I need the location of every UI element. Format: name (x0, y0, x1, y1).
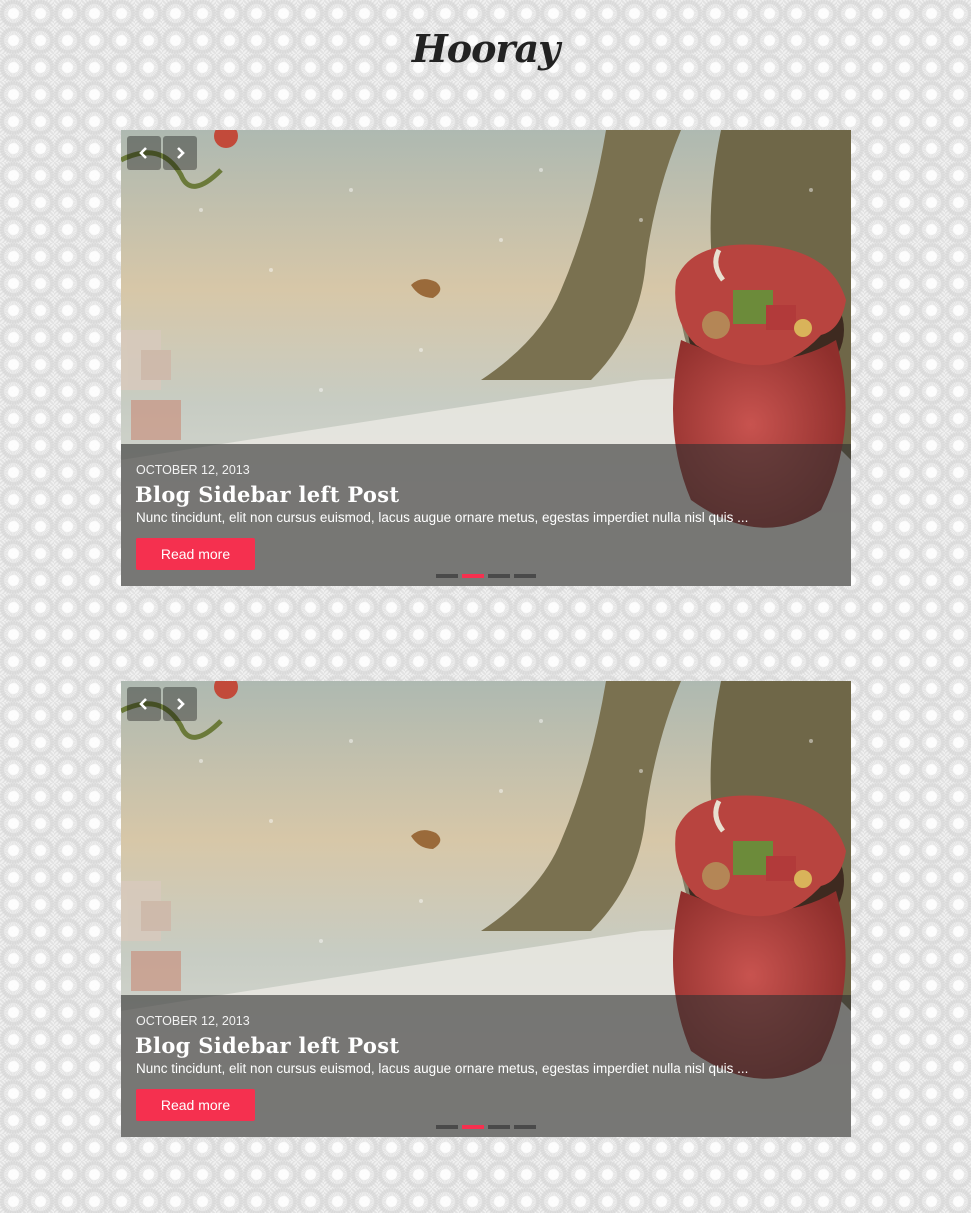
chevron-right-icon (177, 147, 185, 159)
read-more-button[interactable]: Read more (136, 1089, 255, 1121)
post-excerpt: Nunc tincidunt, elit non cursus euismod,… (136, 510, 749, 525)
slider-pagination (436, 574, 536, 578)
post-excerpt: Nunc tincidunt, elit non cursus euismod,… (136, 1061, 749, 1076)
pagination-dot[interactable] (514, 574, 536, 578)
slider-prev-button[interactable] (127, 136, 161, 170)
site-logo[interactable]: Hooray (0, 26, 971, 71)
chevron-right-icon (177, 698, 185, 710)
pagination-dot[interactable] (514, 1125, 536, 1129)
chevron-left-icon (139, 698, 147, 710)
slider-pagination (436, 1125, 536, 1129)
slider-next-button[interactable] (163, 687, 197, 721)
slide-caption: OCTOBER 12, 2013 Blog Sidebar left Post … (121, 444, 851, 586)
slide-caption: OCTOBER 12, 2013 Blog Sidebar left Post … (121, 995, 851, 1137)
pagination-dot[interactable] (488, 574, 510, 578)
slider-prev-button[interactable] (127, 687, 161, 721)
featured-slider: OCTOBER 12, 2013 Blog Sidebar left Post … (121, 130, 851, 586)
featured-slider: OCTOBER 12, 2013 Blog Sidebar left Post … (121, 681, 851, 1137)
slider-next-button[interactable] (163, 136, 197, 170)
post-title[interactable]: Blog Sidebar left Post (135, 1033, 399, 1058)
pagination-dot[interactable] (488, 1125, 510, 1129)
post-date: OCTOBER 12, 2013 (136, 463, 250, 477)
pagination-dot-active[interactable] (462, 1125, 484, 1129)
pagination-dot[interactable] (436, 574, 458, 578)
pagination-dot[interactable] (436, 1125, 458, 1129)
post-date: OCTOBER 12, 2013 (136, 1014, 250, 1028)
pagination-dot-active[interactable] (462, 574, 484, 578)
post-title[interactable]: Blog Sidebar left Post (135, 482, 399, 507)
chevron-left-icon (139, 147, 147, 159)
read-more-button[interactable]: Read more (136, 538, 255, 570)
